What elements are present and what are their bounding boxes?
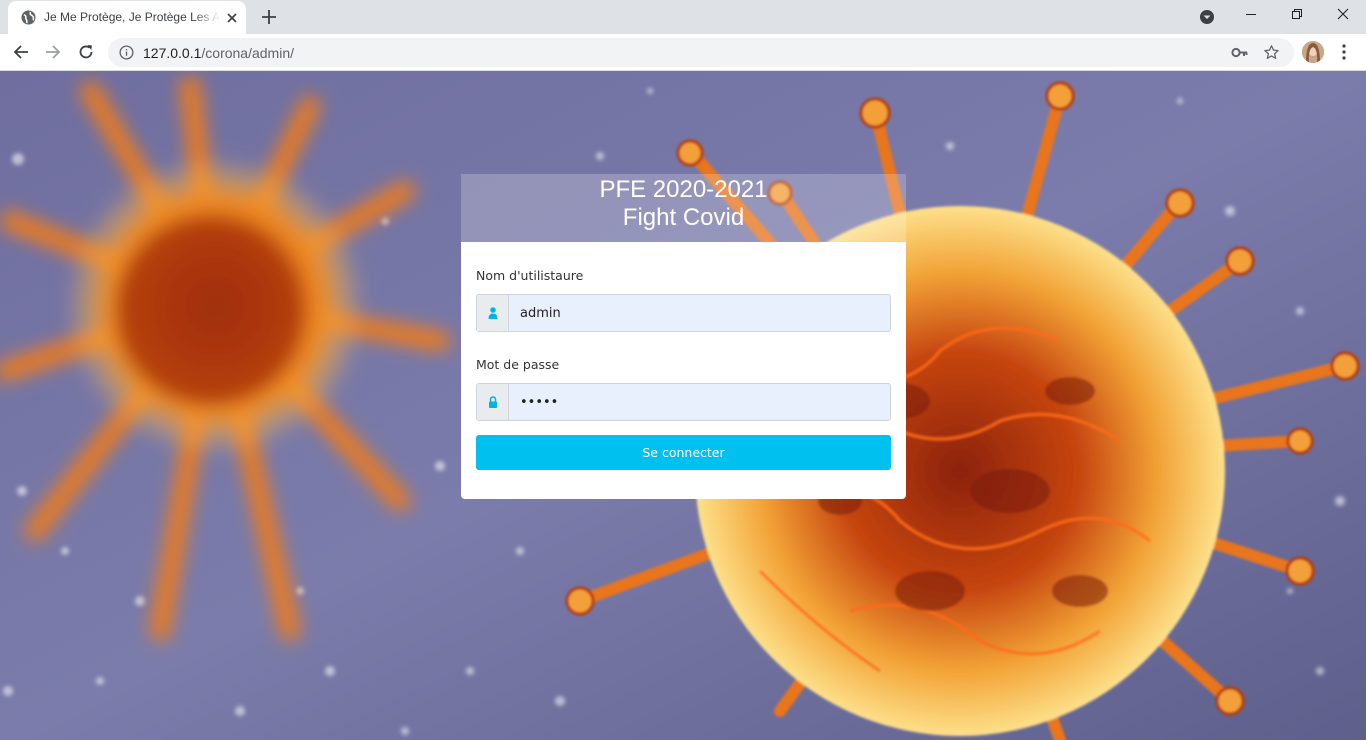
key-icon[interactable]	[1231, 45, 1248, 60]
username-label: Nom d'utilistaure	[476, 268, 584, 283]
login-button[interactable]: Se connecter	[476, 435, 891, 470]
browser-toolbar: 127.0.0.1/corona/admin/	[0, 34, 1366, 71]
password-input-group	[476, 383, 891, 421]
password-input[interactable]	[510, 384, 890, 420]
user-icon	[488, 307, 498, 319]
back-button[interactable]	[10, 41, 32, 63]
url-host: 127.0.0.1	[143, 45, 202, 61]
restore-icon	[1292, 9, 1302, 19]
reload-button[interactable]	[75, 41, 97, 63]
bookmark-star-icon[interactable]	[1263, 44, 1280, 61]
minimize-button[interactable]	[1228, 0, 1274, 30]
forward-arrow-icon	[46, 45, 61, 59]
login-form-card: Nom d'utilistaure Mot de passe Se connec…	[461, 242, 906, 499]
kebab-menu-icon[interactable]	[1336, 43, 1352, 61]
avatar-image	[1302, 41, 1324, 63]
lock-icon	[489, 396, 497, 408]
username-input[interactable]	[510, 295, 890, 331]
browser-tab[interactable]: Je Me Protège, Je Protège Les Autres	[8, 1, 246, 34]
url-path: /corona/admin/	[201, 45, 294, 61]
close-window-icon	[1337, 8, 1349, 20]
address-bar[interactable]: 127.0.0.1/corona/admin/	[108, 38, 1294, 67]
url-text: 127.0.0.1/corona/admin/	[143, 45, 294, 61]
password-addon	[477, 384, 509, 420]
tab-strip: Je Me Protège, Je Protège Les Autres	[0, 0, 1366, 34]
password-label: Mot de passe	[476, 357, 560, 372]
page-viewport: PFE 2020-2021 Fight Covid Nom d'utilista…	[0, 71, 1366, 740]
globe-icon	[21, 10, 36, 25]
page-title-line2: Fight Covid	[622, 204, 745, 231]
close-window-button[interactable]	[1320, 0, 1366, 30]
profile-avatar[interactable]	[1302, 41, 1324, 63]
back-arrow-icon	[13, 45, 28, 59]
tab-search-icon[interactable]	[1199, 9, 1215, 25]
tab-title: Je Me Protège, Je Protège Les Autres	[44, 10, 220, 24]
restore-button[interactable]	[1274, 0, 1320, 30]
username-input-group	[476, 294, 891, 332]
minimize-icon	[1246, 14, 1256, 15]
page-title-box: PFE 2020-2021 Fight Covid	[461, 174, 906, 242]
page-title-line1: PFE 2020-2021	[599, 176, 768, 203]
new-tab-icon[interactable]	[259, 7, 279, 27]
username-addon	[477, 295, 509, 331]
reload-icon	[79, 45, 93, 59]
info-icon[interactable]	[119, 45, 134, 60]
forward-button[interactable]	[42, 41, 64, 63]
close-tab-icon[interactable]	[224, 10, 240, 26]
